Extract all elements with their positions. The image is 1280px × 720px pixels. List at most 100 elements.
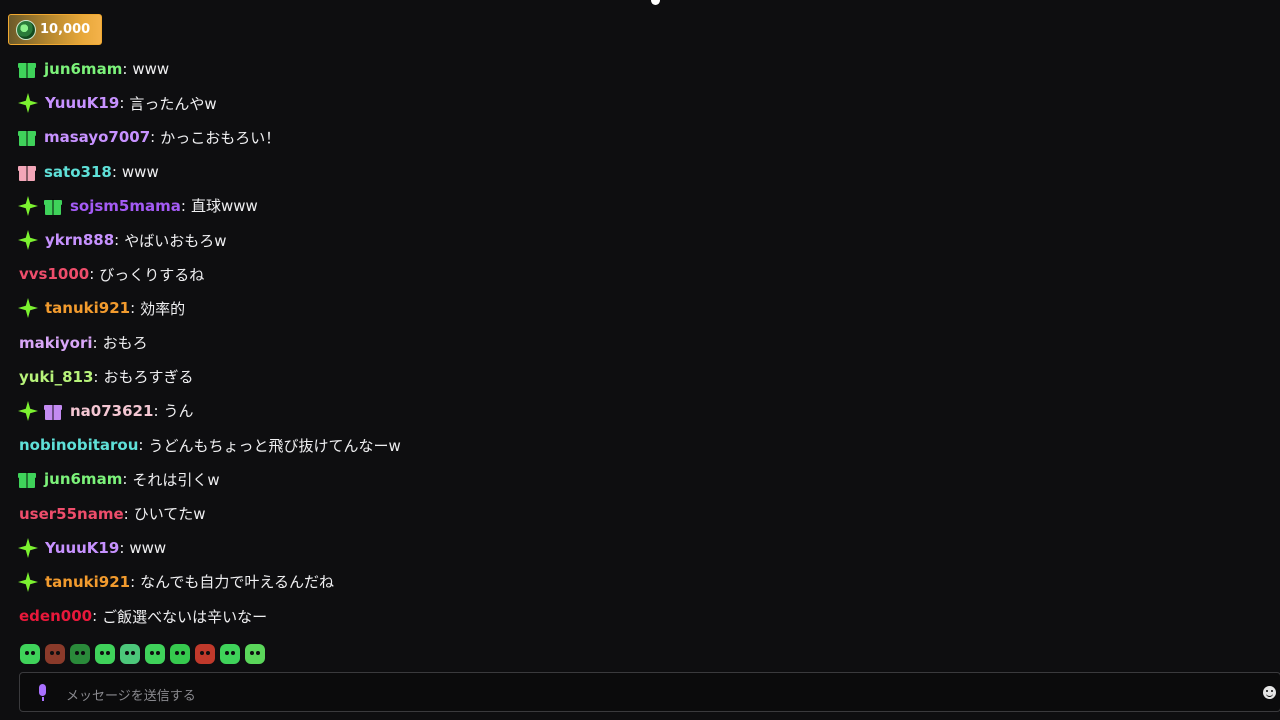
mushroom-emote-icon[interactable] — [195, 644, 215, 664]
chat-username[interactable]: sato318 — [44, 163, 112, 181]
chat-message-text: それは引くw — [132, 470, 220, 489]
chat-message: user55name: ひいてたw — [19, 496, 1219, 530]
chat-message: vvs1000: びっくりするね — [19, 257, 1219, 291]
gift-badge-icon — [18, 60, 36, 79]
chat-message-text: やばいおもろw — [124, 231, 227, 250]
chat-username[interactable]: tanuki921 — [45, 299, 130, 317]
chat-username[interactable]: eden000 — [19, 607, 92, 625]
sparkle-badge-icon — [18, 93, 38, 114]
brown-face-emote-icon[interactable] — [45, 644, 65, 664]
chat-separator: : — [130, 572, 136, 591]
chat-separator: : — [122, 60, 128, 79]
sparkle-badge-icon — [18, 230, 38, 251]
chat-message: ykrn888: やばいおもろw — [18, 223, 1219, 257]
sparkle-badge-icon — [18, 195, 38, 216]
chat-message-text: かっこおもろい！ — [160, 128, 281, 147]
chat-separator: : — [92, 607, 98, 626]
sparkle-badge-icon — [18, 571, 38, 592]
green-frog2-emote-icon[interactable] — [170, 644, 190, 664]
chat-username[interactable]: jun6mam — [44, 60, 122, 78]
smiley-icon[interactable] — [1263, 686, 1276, 699]
gift-badge-icon — [18, 128, 36, 147]
green-blob-emote-icon[interactable] — [95, 644, 115, 664]
chat-username[interactable]: makiyori — [19, 334, 93, 352]
sparkle-badge-icon — [18, 400, 38, 421]
chat-username[interactable]: tanuki921 — [45, 573, 130, 591]
chat-username[interactable]: nobinobitarou — [19, 436, 138, 454]
chat-message-text: なんでも自力で叶えるんだね — [140, 573, 334, 592]
chat-separator: : — [119, 538, 125, 557]
chat-username[interactable]: jun6mam — [44, 470, 122, 488]
chat-username[interactable]: YuuuK19 — [45, 94, 119, 112]
chat-username[interactable]: vvs1000 — [19, 265, 89, 283]
green-cry-emote-icon[interactable] — [220, 644, 240, 664]
chat-message: sato318: www — [18, 155, 1219, 189]
chat-message: nobinobitarou: うどんもちょっと飛び抜けてんなーw — [19, 428, 1219, 462]
chat-message: jun6mam: www — [18, 52, 1219, 86]
chat-username[interactable]: user55name — [19, 505, 124, 523]
coin-face-emote-icon[interactable] — [70, 644, 90, 664]
chat-username[interactable]: sojsm5mama — [70, 197, 181, 215]
emote-bar — [20, 644, 265, 664]
chat-username[interactable]: yuki_813 — [19, 368, 93, 386]
green-face-emote-icon[interactable] — [20, 644, 40, 664]
gift-badge-icon — [18, 163, 36, 181]
channel-points-value: 10,000 — [40, 22, 91, 37]
chat-message-text: 効率的 — [140, 299, 186, 318]
top-indicator — [651, 0, 660, 5]
chat-input[interactable]: メッセージを送信する — [19, 672, 1280, 712]
microphone-icon[interactable] — [36, 684, 48, 702]
chat-separator: : — [138, 436, 144, 455]
chat-separator: : — [150, 128, 156, 147]
chat-message-text: うん — [163, 402, 194, 421]
chat-message: YuuuK19: www — [18, 531, 1219, 565]
chat-separator: : — [93, 367, 99, 386]
chat-separator: : — [123, 504, 129, 523]
chat-message: sojsm5mama: 直球www — [18, 189, 1219, 223]
chat-message-text: www — [129, 538, 167, 557]
chat-message-text: www — [121, 162, 159, 181]
chat-message-text: うどんもちょっと飛び抜けてんなーw — [148, 436, 401, 455]
chat-username[interactable]: YuuuK19 — [45, 539, 119, 557]
chat-message-text: www — [132, 60, 170, 79]
chat-message: eden000: ご飯選べないは辛いなー — [19, 599, 1219, 633]
channel-points-icon — [16, 19, 36, 40]
chat-separator: : — [111, 162, 117, 181]
chat-message: makiyori: おもろ — [19, 326, 1219, 360]
chat-separator: : — [119, 94, 125, 113]
chat-message-list: jun6mam: www YuuuK19: 言ったんやw masayo7007: かっこお… — [18, 52, 1219, 633]
chat-separator: : — [114, 231, 120, 250]
chat-message-text: ご飯選べないは辛いなー — [102, 607, 268, 626]
chat-message: yuki_813: おもろすぎる — [19, 360, 1219, 394]
chat-separator: : — [122, 470, 128, 489]
chat-message-text: 言ったんやw — [129, 94, 217, 113]
chat-separator: : — [89, 265, 95, 284]
chat-message-text: おもろ — [102, 334, 148, 353]
chat-message: tanuki921: なんでも自力で叶えるんだね — [18, 565, 1219, 599]
chat-username[interactable]: na073621 — [70, 402, 153, 420]
green-frog-emote-icon[interactable] — [145, 644, 165, 664]
chat-message: tanuki921: 効率的 — [18, 291, 1219, 325]
chat-message: jun6mam: それは引くw — [18, 462, 1219, 496]
chat-separator: : — [130, 299, 136, 318]
chat-message-text: びっくりするね — [99, 265, 205, 284]
chat-separator: : — [92, 333, 98, 352]
sparkle-badge-icon — [18, 298, 38, 319]
chat-message: YuuuK19: 言ったんやw — [18, 86, 1219, 120]
chat-username[interactable]: masayo7007 — [44, 128, 150, 146]
green-laugh-emote-icon[interactable] — [245, 644, 265, 664]
gift-badge-icon — [18, 470, 36, 489]
gift-badge-icon — [44, 402, 62, 420]
gift-badge-icon — [44, 197, 62, 215]
chat-message: na073621: うん — [18, 394, 1219, 428]
chat-message-text: 直球www — [190, 197, 258, 216]
chat-message-text: ひいてたw — [133, 505, 206, 524]
channel-points-button[interactable]: 10,000 — [8, 14, 102, 45]
chat-message: masayo7007: かっこおもろい！ — [18, 120, 1219, 154]
chat-message-text: おもろすぎる — [103, 368, 194, 387]
sparkle-badge-icon — [18, 537, 38, 558]
chat-username[interactable]: ykrn888 — [45, 231, 114, 249]
chat-input-placeholder: メッセージを送信する — [66, 689, 196, 704]
chat-separator: : — [180, 196, 186, 215]
green-eye-emote-icon[interactable] — [120, 644, 140, 664]
